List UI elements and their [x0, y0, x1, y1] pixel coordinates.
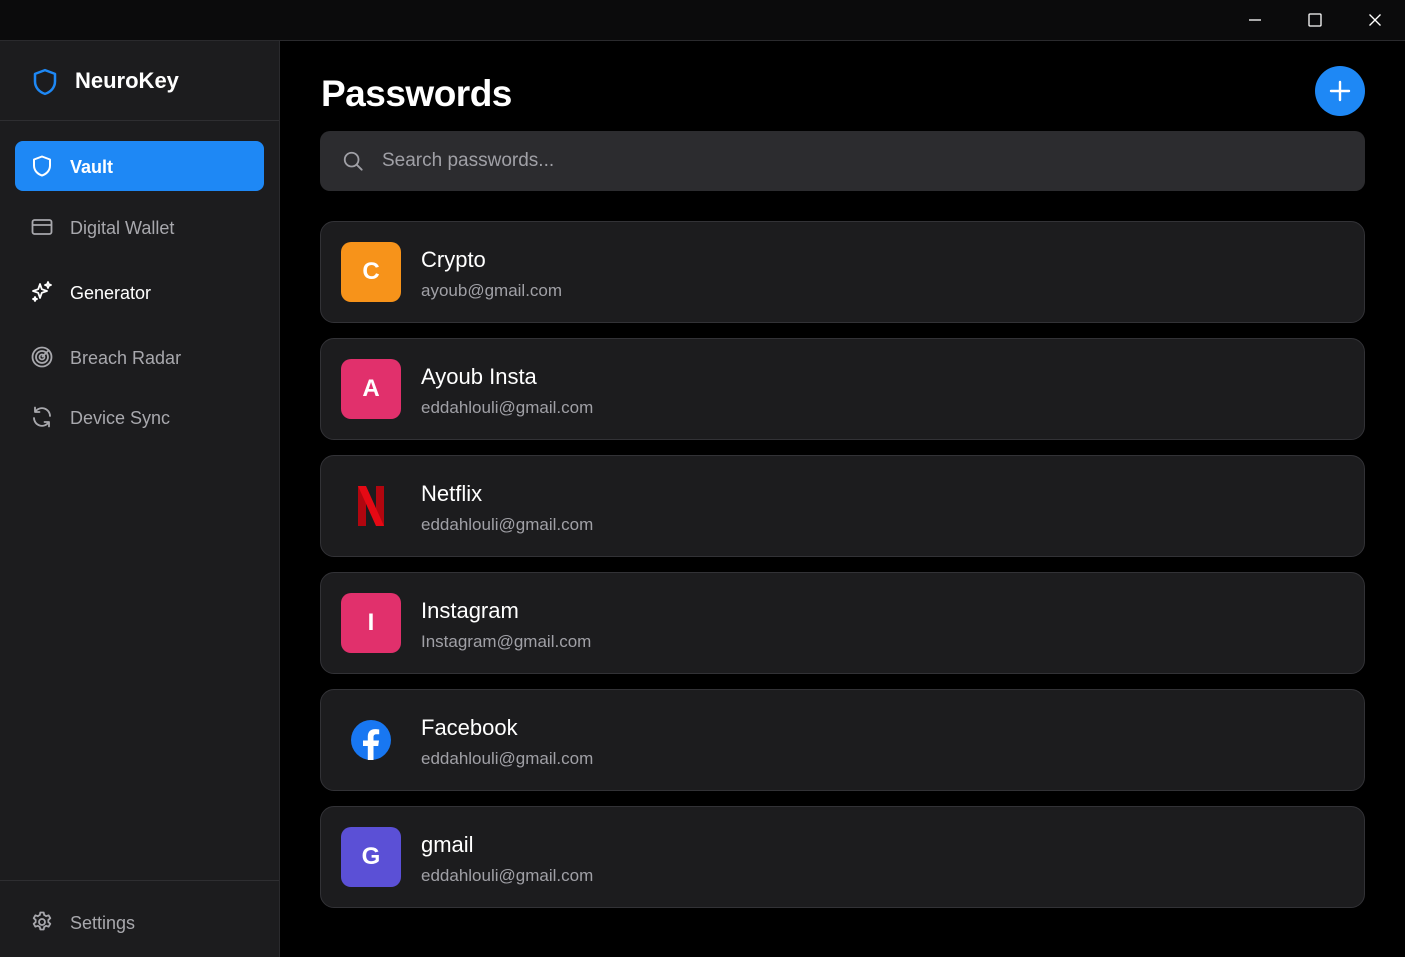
sidebar-item-vault[interactable]: Vault — [15, 141, 264, 191]
add-password-button[interactable] — [1315, 66, 1365, 116]
plus-icon — [1329, 80, 1351, 102]
gear-icon — [32, 911, 52, 931]
sparkles-icon — [32, 281, 52, 302]
password-item-ayoub-insta[interactable]: A Ayoub Insta eddahlouli@gmail.com — [320, 338, 1365, 440]
search-box[interactable] — [320, 131, 1365, 191]
minimize-icon — [1249, 19, 1261, 21]
sidebar-item-label: Generator — [70, 283, 152, 303]
item-email: ayoub@gmail.com — [421, 281, 563, 300]
password-item-instagram[interactable]: I Instagram Instagram@gmail.com — [320, 572, 1365, 674]
password-item-facebook[interactable]: Facebook eddahlouli@gmail.com — [320, 689, 1365, 791]
sidebar-item-device-sync[interactable]: Device Sync — [15, 392, 264, 442]
avatar: I — [341, 593, 401, 653]
title-bar — [0, 0, 1405, 41]
facebook-logo-icon — [351, 720, 391, 760]
avatar — [341, 710, 401, 770]
item-title: Facebook — [421, 715, 518, 740]
app-name: NeuroKey — [75, 68, 179, 93]
item-email: eddahlouli@gmail.com — [421, 866, 594, 885]
password-item-netflix[interactable]: Netflix eddahlouli@gmail.com — [320, 455, 1365, 557]
avatar: G — [341, 827, 401, 887]
item-title: Netflix — [421, 481, 483, 506]
item-title: Crypto — [421, 247, 486, 272]
brand: NeuroKey — [0, 41, 279, 121]
avatar — [341, 476, 401, 536]
item-title: gmail — [421, 832, 474, 857]
search-input[interactable] — [380, 131, 1350, 191]
sidebar-item-digital-wallet[interactable]: Digital Wallet — [15, 202, 264, 252]
shield-icon — [33, 155, 51, 177]
sidebar-item-label: Device Sync — [70, 408, 171, 428]
sidebar-item-label: Breach Radar — [70, 348, 182, 368]
sidebar: NeuroKey Vault Digital Wallet Generator — [0, 41, 280, 957]
shield-icon — [33, 68, 57, 96]
avatar: A — [341, 359, 401, 419]
item-title: Instagram — [421, 598, 519, 623]
sidebar-item-breach-radar[interactable]: Breach Radar — [15, 332, 264, 382]
password-item-gmail[interactable]: G gmail eddahlouli@gmail.com — [320, 806, 1365, 908]
item-email: eddahlouli@gmail.com — [421, 398, 594, 417]
radar-icon — [31, 346, 53, 368]
close-button[interactable] — [1345, 0, 1405, 40]
sidebar-footer: Settings — [0, 880, 279, 957]
page-title: Passwords — [321, 73, 512, 114]
maximize-icon — [1308, 13, 1322, 27]
maximize-button[interactable] — [1285, 0, 1345, 40]
item-title: Ayoub Insta — [421, 364, 537, 389]
item-email: eddahlouli@gmail.com — [421, 749, 594, 768]
sidebar-item-label: Settings — [70, 913, 136, 933]
password-item-crypto[interactable]: C Crypto ayoub@gmail.com — [320, 221, 1365, 323]
main-content: Passwords C Crypto ayoub@gmail.com A Ayo… — [280, 41, 1405, 957]
close-icon — [1369, 14, 1381, 26]
sync-icon — [33, 406, 51, 428]
minimize-button[interactable] — [1225, 0, 1285, 40]
sidebar-item-settings[interactable]: Settings — [15, 897, 264, 947]
sidebar-item-label: Vault — [70, 157, 114, 177]
netflix-logo-icon — [358, 486, 384, 526]
item-email: eddahlouli@gmail.com — [421, 515, 594, 534]
sidebar-item-generator[interactable]: Generator — [15, 267, 264, 317]
card-icon — [31, 219, 53, 235]
avatar: C — [341, 242, 401, 302]
search-icon — [343, 151, 363, 171]
sidebar-item-label: Digital Wallet — [70, 218, 175, 238]
item-email: Instagram@gmail.com — [421, 632, 592, 651]
